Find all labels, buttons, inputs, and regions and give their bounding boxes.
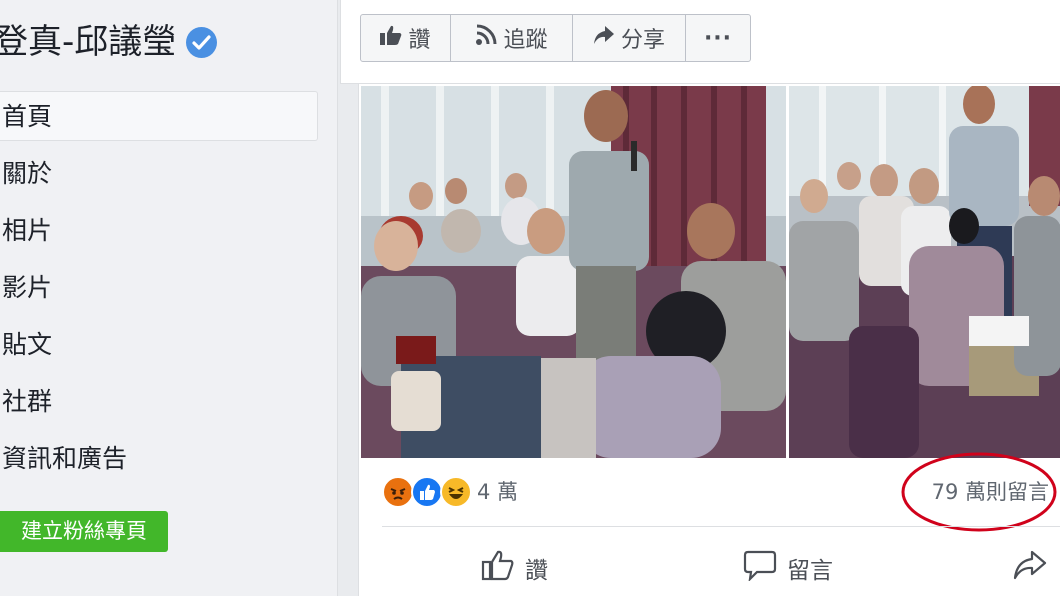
post-card: 4 萬 79 萬則留言 讚 留言 — [358, 84, 1060, 596]
post-photo-1[interactable] — [361, 86, 786, 458]
page-name-text[interactable]: 登真-邱議瑩 — [0, 22, 176, 62]
reaction-count[interactable]: 4 萬 — [477, 476, 518, 508]
post-divider — [382, 526, 1060, 527]
thumbs-up-outline-icon — [481, 549, 515, 587]
sidebar-item-label: 資訊和廣告 — [2, 444, 128, 473]
share-button[interactable]: 分享 — [573, 15, 686, 61]
sidebar-item-posts[interactable]: 貼文 — [0, 320, 318, 370]
thumbs-up-icon — [380, 25, 402, 51]
share-label: 分享 — [620, 28, 665, 53]
post-reactions-row: 4 萬 79 萬則留言 — [359, 468, 1060, 516]
haha-reaction-icon — [440, 476, 472, 508]
create-page-button[interactable]: 建立粉絲專頁 — [0, 511, 168, 552]
follow-button[interactable]: 追蹤 — [451, 15, 573, 61]
comment-bubble-icon — [743, 549, 777, 587]
page-like-label: 讚 — [408, 28, 431, 53]
like-reaction-icon — [411, 476, 443, 508]
post-photo-2[interactable] — [789, 86, 1060, 458]
sidebar-item-label: 關於 — [2, 159, 53, 188]
page-action-buttons: 讚 追蹤 分享 ··· — [360, 14, 751, 62]
sidebar-item-community[interactable]: 社群 — [0, 377, 318, 427]
post-action-buttons: 讚 留言 — [359, 540, 1060, 596]
sidebar-item-label: 影片 — [2, 273, 53, 302]
share-arrow-outline-icon — [1013, 549, 1047, 587]
sidebar-item-label: 貼文 — [2, 330, 53, 359]
post-photo-grid[interactable] — [361, 86, 1060, 458]
post-like-label: 讚 — [525, 558, 548, 584]
post-comment-button[interactable]: 留言 — [743, 548, 833, 588]
angry-reaction-icon — [382, 476, 414, 508]
sidebar-item-photos[interactable]: 相片 — [0, 206, 318, 256]
verified-badge-icon — [186, 26, 218, 58]
comment-count[interactable]: 79 萬則留言 — [932, 476, 1049, 508]
sidebar-item-about[interactable]: 關於 — [0, 149, 318, 199]
rss-feed-icon — [475, 24, 497, 52]
more-options-button[interactable]: ··· — [686, 15, 750, 61]
page-sidebar: 登真-邱議瑩 首頁 關於 相片 影片 貼文 社群 資訊和廣告 建立粉絲專頁 — [0, 0, 338, 596]
page-title[interactable]: 登真-邱議瑩 — [0, 22, 218, 62]
page-action-bar: 讚 追蹤 分享 ··· — [340, 0, 1060, 84]
more-dots-icon: ··· — [703, 25, 733, 51]
sidebar-item-info-and-ads[interactable]: 資訊和廣告 — [0, 434, 318, 484]
share-arrow-icon — [593, 25, 615, 51]
follow-label: 追蹤 — [503, 28, 548, 53]
sidebar-item-label: 首頁 — [2, 102, 53, 131]
post-like-button[interactable]: 讚 — [481, 548, 548, 588]
reaction-icons[interactable] — [382, 476, 474, 508]
sidebar-item-label: 社群 — [2, 387, 53, 416]
post-share-button[interactable] — [1013, 548, 1057, 588]
page-like-button[interactable]: 讚 — [361, 15, 451, 61]
sidebar-item-home[interactable]: 首頁 — [0, 91, 318, 141]
sidebar-item-label: 相片 — [2, 216, 53, 245]
sidebar-item-videos[interactable]: 影片 — [0, 263, 318, 313]
post-comment-label: 留言 — [787, 558, 833, 584]
